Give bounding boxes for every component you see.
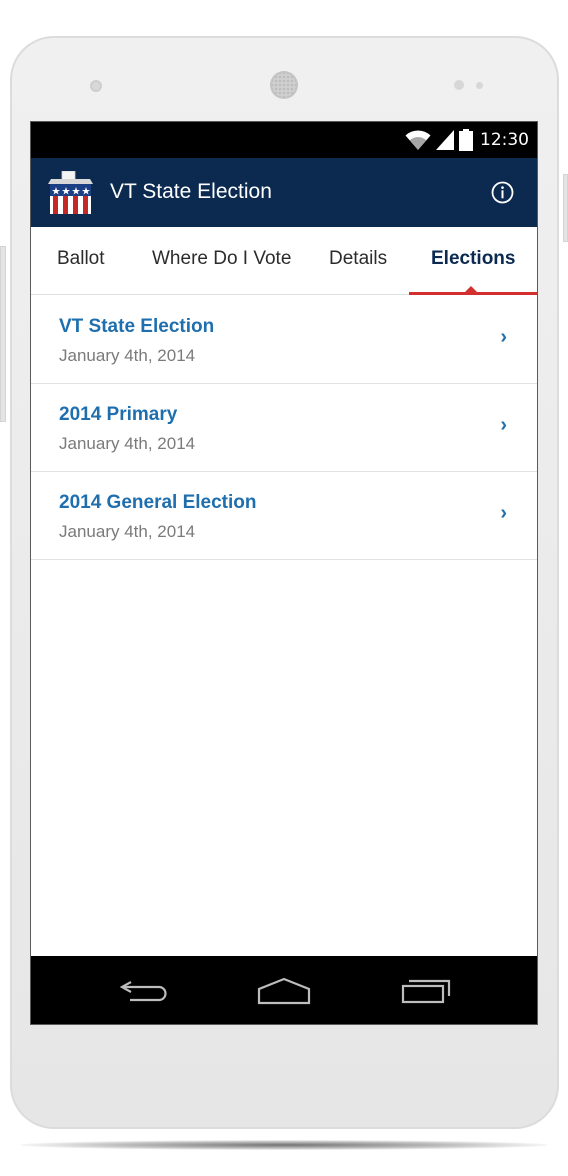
recent-apps-icon[interactable] xyxy=(401,976,453,1006)
side-tab-left xyxy=(0,246,6,422)
status-icons: 12:30 xyxy=(405,128,529,152)
wifi-icon xyxy=(405,130,431,150)
chevron-right-icon: › xyxy=(500,326,507,348)
phone-shadow xyxy=(20,1140,548,1150)
election-date: January 4th, 2014 xyxy=(59,434,196,453)
election-title: 2014 General Election xyxy=(59,492,257,513)
phone-screen: 12:30 VT State Election Ballot Where Do … xyxy=(30,121,538,1025)
status-time: 12:30 xyxy=(480,130,529,150)
info-icon[interactable] xyxy=(491,181,514,204)
ballot-box-icon xyxy=(48,171,93,214)
chevron-right-icon: › xyxy=(500,414,507,436)
election-title: VT State Election xyxy=(59,316,215,337)
tab-bar: Ballot Where Do I Vote Details Elections xyxy=(31,227,537,295)
sensor-icon xyxy=(454,80,464,90)
chevron-right-icon: › xyxy=(500,502,507,524)
election-item-2014-primary[interactable]: 2014 Primary January 4th, 2014 › xyxy=(31,384,537,472)
status-bar: 12:30 xyxy=(31,122,537,158)
back-icon[interactable] xyxy=(119,976,169,1006)
battery-icon xyxy=(459,129,473,151)
tab-details[interactable]: Details xyxy=(329,227,387,294)
home-icon[interactable] xyxy=(257,976,311,1006)
election-title: 2014 Primary xyxy=(59,404,178,425)
side-tab-right xyxy=(563,174,568,242)
navigation-bar xyxy=(31,956,537,1024)
app-title: VT State Election xyxy=(110,180,272,203)
election-date: January 4th, 2014 xyxy=(59,522,196,541)
election-date: January 4th, 2014 xyxy=(59,346,196,365)
tab-ballot[interactable]: Ballot xyxy=(57,227,105,294)
tab-where-do-i-vote[interactable]: Where Do I Vote xyxy=(152,227,291,294)
camera-icon xyxy=(90,80,102,92)
tab-indicator xyxy=(409,292,537,295)
election-item-vt-state-election[interactable]: VT State Election January 4th, 2014 › xyxy=(31,296,537,384)
tab-elections[interactable]: Elections xyxy=(431,227,515,294)
election-item-2014-general-election[interactable]: 2014 General Election January 4th, 2014 … xyxy=(31,472,537,560)
signal-icon xyxy=(436,130,454,150)
sensor-small-icon xyxy=(476,82,483,89)
elections-list: VT State Election January 4th, 2014 › 20… xyxy=(31,296,537,560)
speaker-grille xyxy=(270,71,298,99)
app-bar: VT State Election xyxy=(31,158,537,227)
